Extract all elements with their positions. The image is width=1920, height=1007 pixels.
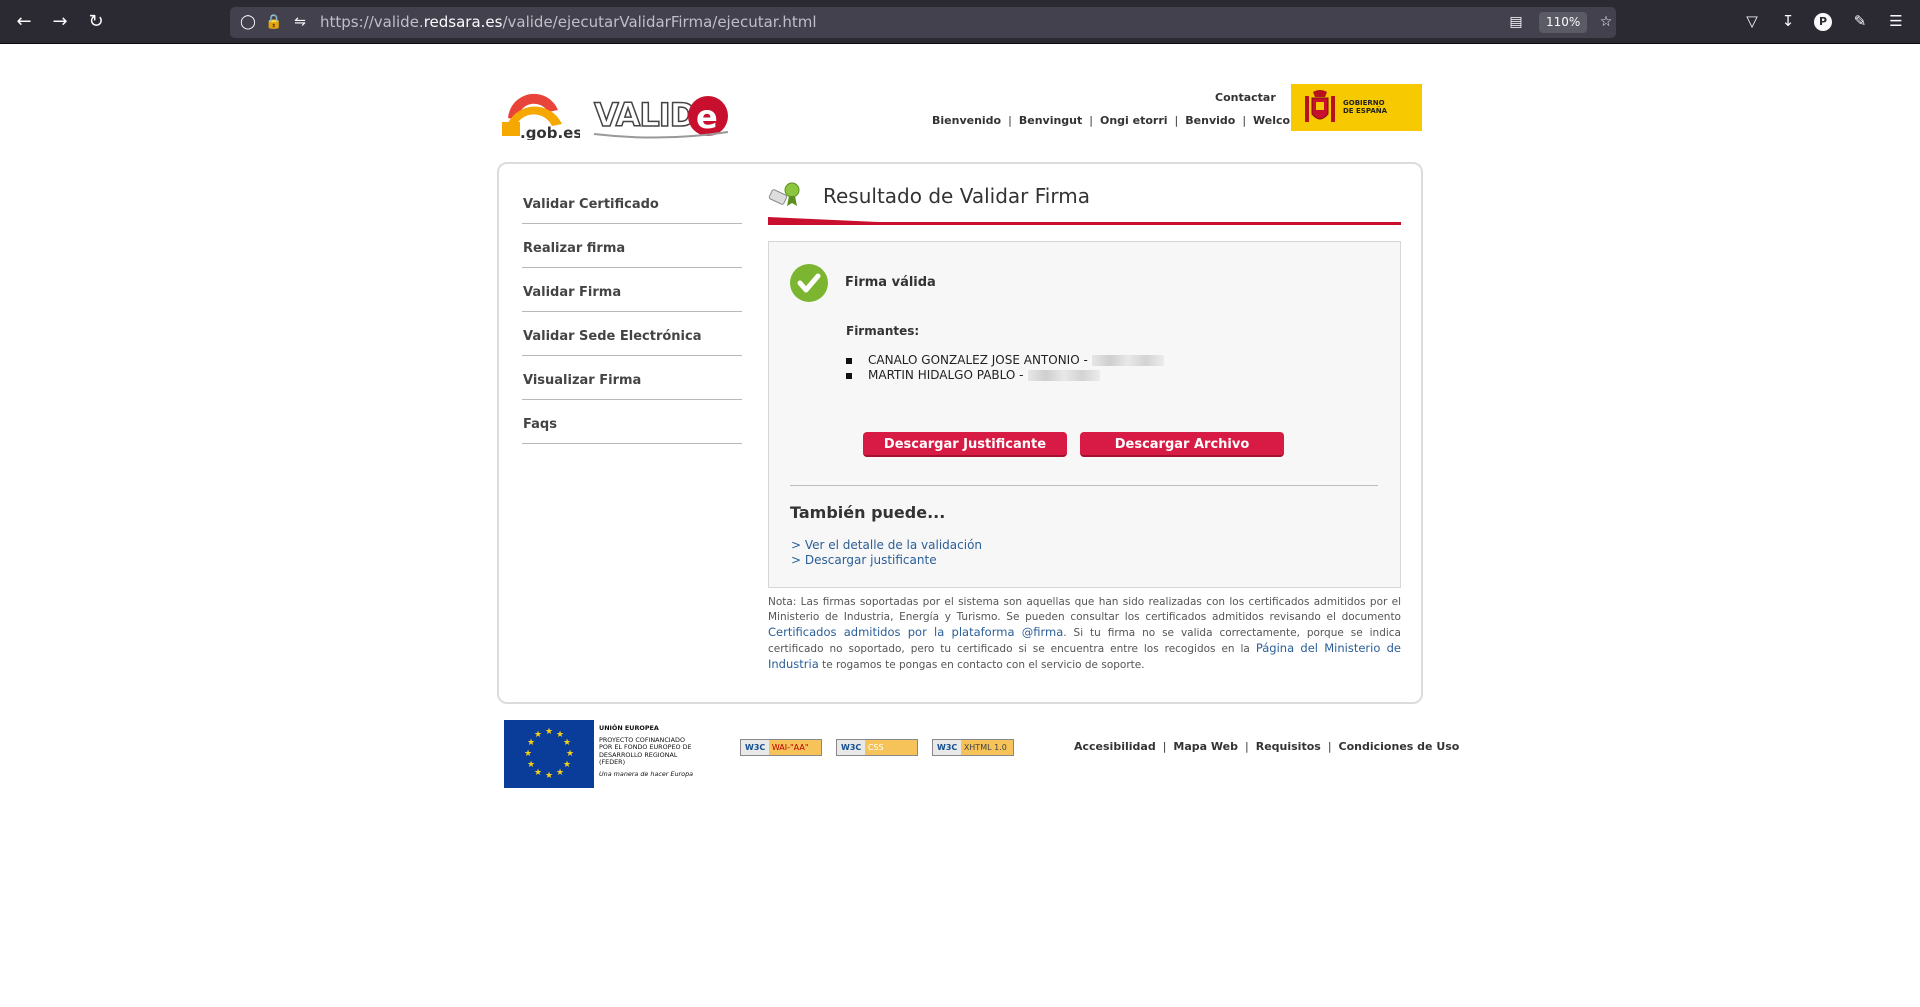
footer-links: Accesibilidad | Mapa Web | Requisitos | Condic… [1074,740,1460,753]
contactar-link[interactable]: Contactar [1215,91,1276,104]
result-panel [768,241,1401,588]
lang-eu[interactable]: Ongi etorri [1100,114,1168,127]
firmante-name: MARTIN HIDALGO PABLO - [868,368,1024,382]
url-bar[interactable]: ◯ 🔒 ⇋ https://valide.redsara.es/valide/e… [230,7,1616,38]
eu-flag-logo[interactable]: ★ ★ ★ ★ ★ ★ ★ ★ ★ ★ ★ ★ [504,720,594,788]
permissions-icon[interactable]: ⇋ [290,12,310,32]
requisitos-link[interactable]: Requisitos [1256,740,1321,753]
gobierno-espana-logo[interactable]: GOBIERNO DE ESPAÑA [1291,84,1422,131]
url-prefix: https://valide. [320,13,424,31]
pocket-icon[interactable]: ▽ [1742,12,1762,30]
downloads-icon[interactable]: ↧ [1778,12,1798,30]
bookmark-star-icon[interactable]: ☆ [1596,12,1616,32]
sidebar-item-validar-certificado[interactable]: Validar Certificado [522,180,742,224]
page: .gob.es VALID e Contactar Bienvenido | Ben… [0,44,1920,1007]
language-links: Bienvenido | Benvingut | Ongi etorri | Benvido… [932,114,1310,127]
descargar-justificante-button[interactable]: Descargar Justificante [863,432,1067,457]
eu-feder-text: UNIÓN EUROPEA PROYECTO COFINANCIADO POR … [599,724,694,778]
firmantes-label: Firmantes: [846,324,920,338]
sidebar-item-validar-firma[interactable]: Validar Firma [522,268,742,312]
status-valid: Firma válida [845,275,936,290]
sidebar-menu: Validar Certificado Realizar firma Valid… [522,180,742,444]
list-item: CANALO GONZALEZ JOSE ANTONIO - [846,353,1164,368]
redacted-id [1027,370,1100,381]
forward-icon[interactable]: → [48,10,72,34]
certificados-admitidos-link[interactable]: Certificados admitidos por la plataforma… [768,625,1063,639]
accesibilidad-link[interactable]: Accesibilidad [1074,740,1156,753]
reader-view-icon[interactable]: ▤ [1506,12,1526,32]
title-underline [768,222,1401,225]
zoom-level[interactable]: 110% [1539,12,1588,33]
profile-avatar[interactable]: P [1814,13,1832,31]
back-icon[interactable]: ← [12,10,36,34]
nota-text: Nota: Las firmas soportadas por el siste… [768,596,1402,671]
lang-es[interactable]: Bienvenido [932,114,1001,127]
condiciones-uso-link[interactable]: Condiciones de Uso [1339,740,1460,753]
reload-icon[interactable]: ↻ [84,10,108,34]
ver-detalle-link[interactable]: > Ver el detalle de la validación [791,538,982,552]
page-title: Resultado de Validar Firma [823,184,1090,208]
extensions-icon[interactable]: ✎ [1850,12,1870,30]
descargar-archivo-button[interactable]: Descargar Archivo [1080,432,1284,457]
valide-text: VALID [594,96,695,134]
check-icon [790,264,828,302]
redacted-id [1091,355,1164,366]
sidebar-item-faqs[interactable]: Faqs [522,400,742,444]
shield-icon[interactable]: ◯ [238,12,258,32]
gob-es-logo[interactable]: .gob.es [500,80,580,140]
lock-icon[interactable]: 🔒 [264,12,284,32]
url-text[interactable]: https://valide.redsara.es/valide/ejecuta… [320,13,817,31]
url-domain: redsara.es [423,13,503,31]
sidebar-item-realizar-firma[interactable]: Realizar firma [522,224,742,268]
lang-gl[interactable]: Benvido [1185,114,1235,127]
gob-es-text: .gob.es [520,124,580,140]
valide-e: e [696,98,718,136]
tambien-heading: También puede... [790,503,946,522]
valide-logo[interactable]: VALID e [592,86,732,142]
w3c-xhtml-badge[interactable]: W3C XHTML 1.0 [932,739,1014,756]
sidebar-item-validar-sede[interactable]: Validar Sede Electrónica [522,312,742,356]
coat-of-arms-icon [1305,90,1335,122]
firmantes-list: CANALO GONZALEZ JOSE ANTONIO - MARTIN HI… [846,353,1164,383]
menu-icon[interactable]: ☰ [1886,12,1906,30]
mapa-web-link[interactable]: Mapa Web [1173,740,1238,753]
lang-ca[interactable]: Benvingut [1019,114,1082,127]
divider [790,485,1378,486]
list-item: MARTIN HIDALGO PABLO - [846,368,1164,383]
firmante-name: CANALO GONZALEZ JOSE ANTONIO - [868,353,1088,367]
w3c-wai-badge[interactable]: W3C WAI-"AA" [740,739,822,756]
url-path: /valide/ejecutarValidarFirma/ejecutar.ht… [502,13,817,31]
gobierno-text: GOBIERNO DE ESPAÑA [1343,99,1388,115]
sidebar-item-visualizar-firma[interactable]: Visualizar Firma [522,356,742,400]
certificate-pen-icon [768,182,800,206]
w3c-css-badge[interactable]: W3C CSS [836,739,918,756]
browser-toolbar: ← → ↻ ◯ 🔒 ⇋ https://valide.redsara.es/va… [0,0,1920,44]
descargar-justificante-link[interactable]: > Descargar justificante [791,553,937,567]
